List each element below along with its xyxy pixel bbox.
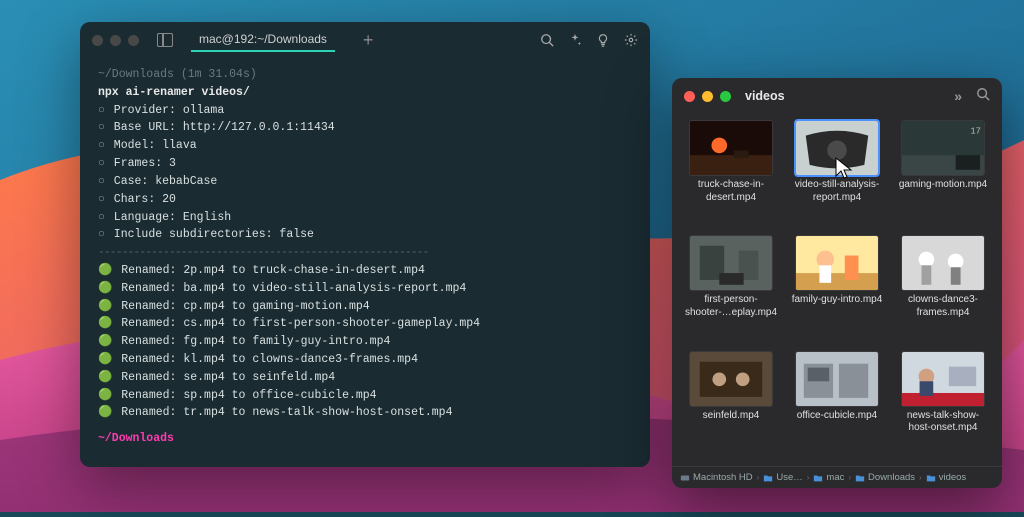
file-name: seinfeld.mp4 [703, 410, 760, 423]
traffic-lights[interactable] [92, 35, 139, 46]
file-item[interactable]: news-talk-show-host-onset.mp4 [894, 351, 992, 462]
file-grid[interactable]: truck-chase-in-desert.mp4 video-still-ana… [672, 114, 1002, 466]
finder-title: videos [745, 89, 785, 103]
rename-line: 🟢 Renamed: sp.mp4 to office-cubicle.mp4 [98, 387, 632, 405]
path-bar[interactable]: Macintosh HD›Use…›mac›Downloads›videos [672, 466, 1002, 488]
rename-line: 🟢 Renamed: kl.mp4 to clowns-dance3-frame… [98, 351, 632, 369]
close-button[interactable] [92, 35, 103, 46]
rename-line: 🟢 Renamed: cp.mp4 to gaming-motion.mp4 [98, 298, 632, 316]
finder-titlebar[interactable]: videos » [672, 78, 1002, 114]
rename-line: 🟢 Renamed: cs.mp4 to first-person-shoote… [98, 315, 632, 333]
new-tab-button[interactable]: + [363, 30, 374, 51]
minimize-button[interactable] [702, 91, 713, 102]
command-line: npx ai-renamer videos/ [98, 84, 632, 102]
file-name: family-guy-intro.mp4 [792, 294, 883, 307]
config-line: ○ Chars: 20 [98, 191, 632, 209]
file-thumbnail[interactable] [795, 120, 879, 176]
file-name: first-person-shooter-…eplay.mp4 [684, 294, 778, 319]
file-thumbnail[interactable] [901, 351, 985, 407]
file-thumbnail[interactable] [689, 351, 773, 407]
search-icon[interactable] [540, 33, 554, 47]
file-item[interactable]: seinfeld.mp4 [682, 351, 780, 462]
file-item[interactable]: family-guy-intro.mp4 [788, 235, 886, 346]
file-item[interactable]: 17 gaming-motion.mp4 [894, 120, 992, 231]
path-segment[interactable]: Downloads [855, 472, 915, 483]
config-line: ○ Include subdirectories: false [98, 226, 632, 244]
file-thumbnail[interactable]: 17 [901, 120, 985, 176]
chevron-right-icon: › [848, 473, 851, 482]
maximize-button[interactable] [720, 91, 731, 102]
rename-line: 🟢 Renamed: 2p.mp4 to truck-chase-in-dese… [98, 262, 632, 280]
file-item[interactable]: clowns-dance3-frames.mp4 [894, 235, 992, 346]
close-button[interactable] [684, 91, 695, 102]
file-thumbnail[interactable] [795, 351, 879, 407]
finder-window[interactable]: videos » truck-chase-in-desert.mp4 video-… [672, 78, 1002, 488]
terminal-tab[interactable]: mac@192:~/Downloads [191, 28, 335, 52]
config-line: ○ Base URL: http://127.0.0.1:11434 [98, 119, 632, 137]
final-prompt: ~/Downloads [98, 430, 632, 448]
rename-line: 🟢 Renamed: fg.mp4 to family-guy-intro.mp… [98, 333, 632, 351]
traffic-lights[interactable] [684, 91, 731, 102]
file-name: truck-chase-in-desert.mp4 [684, 179, 778, 204]
file-thumbnail[interactable] [795, 235, 879, 291]
file-item[interactable]: truck-chase-in-desert.mp4 [682, 120, 780, 231]
file-name: gaming-motion.mp4 [899, 179, 987, 192]
terminal-output[interactable]: ~/Downloads (1m 31.04s) npx ai-renamer v… [80, 58, 650, 456]
file-thumbnail[interactable] [689, 235, 773, 291]
file-thumbnail[interactable] [689, 120, 773, 176]
file-item[interactable]: office-cubicle.mp4 [788, 351, 886, 462]
chevron-right-icon: › [807, 473, 810, 482]
file-item[interactable]: video-still-analysis-report.mp4 [788, 120, 886, 231]
prompt-timing: (1m 31.04s) [181, 68, 257, 81]
gear-icon[interactable] [624, 33, 638, 47]
maximize-button[interactable] [128, 35, 139, 46]
bulb-icon[interactable] [596, 33, 610, 47]
divider-line: ----------------------------------------… [98, 244, 632, 262]
prompt-path: ~/Downloads [98, 68, 174, 81]
sidebar-toggle-icon[interactable] [157, 33, 173, 47]
config-line: ○ Frames: 3 [98, 155, 632, 173]
config-line: ○ Language: English [98, 209, 632, 227]
rename-line: 🟢 Renamed: ba.mp4 to video-still-analysi… [98, 280, 632, 298]
file-name: video-still-analysis-report.mp4 [790, 179, 884, 204]
path-segment[interactable]: videos [926, 472, 966, 483]
config-line: ○ Provider: ollama [98, 102, 632, 120]
config-line: ○ Model: llava [98, 137, 632, 155]
path-segment[interactable]: Macintosh HD [680, 472, 753, 483]
minimize-button[interactable] [110, 35, 121, 46]
file-name: office-cubicle.mp4 [797, 410, 877, 423]
file-name: news-talk-show-host-onset.mp4 [896, 410, 990, 435]
search-icon[interactable] [976, 87, 990, 106]
overflow-icon[interactable]: » [954, 88, 962, 104]
chevron-right-icon: › [919, 473, 922, 482]
file-name: clowns-dance3-frames.mp4 [896, 294, 990, 319]
terminal-titlebar[interactable]: mac@192:~/Downloads + [80, 22, 650, 58]
path-segment[interactable]: Use… [763, 472, 802, 483]
file-item[interactable]: first-person-shooter-…eplay.mp4 [682, 235, 780, 346]
chevron-right-icon: › [757, 473, 760, 482]
config-line: ○ Case: kebabCase [98, 173, 632, 191]
file-thumbnail[interactable] [901, 235, 985, 291]
path-segment[interactable]: mac [813, 472, 844, 483]
sparkle-icon[interactable] [568, 33, 582, 47]
rename-line: 🟢 Renamed: tr.mp4 to news-talk-show-host… [98, 404, 632, 422]
rename-line: 🟢 Renamed: se.mp4 to seinfeld.mp4 [98, 369, 632, 387]
terminal-window[interactable]: mac@192:~/Downloads + ~/Downloads (1m 31… [80, 22, 650, 467]
svg-text:17: 17 [970, 127, 981, 137]
